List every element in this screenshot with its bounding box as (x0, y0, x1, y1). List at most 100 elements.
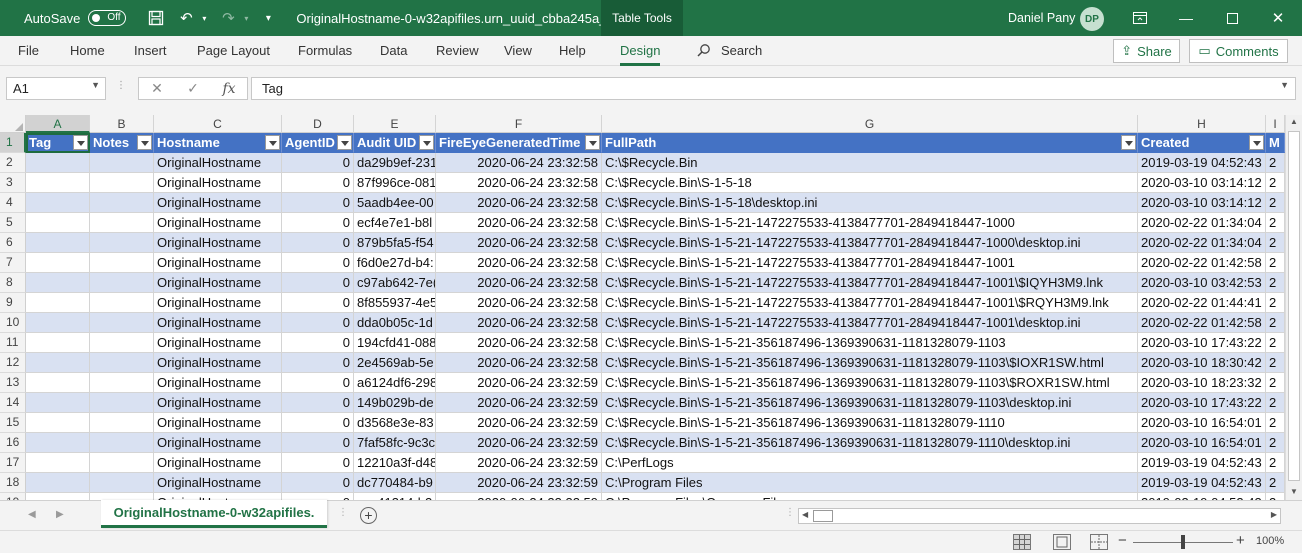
page-layout-view-icon[interactable] (1053, 534, 1071, 550)
row-header[interactable]: 9 (0, 293, 26, 313)
table-cell[interactable] (26, 293, 90, 313)
row-header[interactable]: 3 (0, 173, 26, 193)
row-header[interactable]: 6 (0, 233, 26, 253)
tab-design[interactable]: Design (620, 43, 661, 66)
table-cell[interactable]: OriginalHostname (154, 453, 282, 473)
row-header[interactable]: 13 (0, 373, 26, 393)
table-cell[interactable] (90, 393, 154, 413)
table-cell[interactable]: 0 (282, 173, 354, 193)
table-cell[interactable]: OriginalHostname (154, 353, 282, 373)
table-cell[interactable]: OriginalHostname (154, 413, 282, 433)
avatar[interactable]: DP (1080, 7, 1104, 31)
vertical-scrollbar[interactable]: ▲ ▼ (1285, 115, 1302, 500)
table-cell[interactable]: OriginalHostname (154, 493, 282, 500)
table-header-cell[interactable]: Created (1138, 133, 1266, 153)
table-cell[interactable]: 0 (282, 493, 354, 500)
tab-review[interactable]: Review (436, 43, 479, 58)
table-cell[interactable] (26, 493, 90, 500)
table-cell[interactable]: 0 (282, 293, 354, 313)
table-cell[interactable] (90, 153, 154, 173)
tab-page-layout[interactable]: Page Layout (197, 43, 270, 58)
table-cell[interactable]: OriginalHostname (154, 153, 282, 173)
table-cell[interactable]: 2 (1266, 313, 1285, 333)
row-header[interactable]: 18 (0, 473, 26, 493)
table-cell[interactable]: 2 (1266, 493, 1285, 500)
table-cell[interactable]: 2020-06-24 23:32:59 (436, 473, 602, 493)
filter-dropdown-icon[interactable] (585, 135, 600, 150)
chevron-down-icon[interactable]: ▼ (91, 80, 100, 90)
undo-dropdown-icon[interactable]: ▾ (198, 6, 210, 30)
table-header-cell[interactable]: Tag (26, 133, 90, 153)
tab-insert[interactable]: Insert (134, 43, 167, 58)
table-cell[interactable]: 2 (1266, 153, 1285, 173)
table-header-cell[interactable]: Audit UID (354, 133, 436, 153)
table-cell[interactable]: OriginalHostname (154, 393, 282, 413)
table-header-cell[interactable]: Hostname (154, 133, 282, 153)
table-cell[interactable] (26, 333, 90, 353)
column-header-a[interactable]: A (26, 115, 90, 133)
customize-qat-icon[interactable]: ▾ (256, 6, 280, 30)
table-cell[interactable]: C:\$Recycle.Bin\S-1-5-21-356187496-13693… (602, 393, 1138, 413)
column-header-h[interactable]: H (1138, 115, 1266, 133)
table-cell[interactable]: C:\$Recycle.Bin\S-1-5-21-1472275533-4138… (602, 293, 1138, 313)
column-header-g[interactable]: G (602, 115, 1138, 133)
table-cell[interactable]: 0 (282, 373, 354, 393)
table-cell[interactable]: 2 (1266, 473, 1285, 493)
table-cell[interactable]: 2 (1266, 433, 1285, 453)
column-header-e[interactable]: E (354, 115, 436, 133)
table-cell[interactable]: 879b5fa5-f54 (354, 233, 436, 253)
column-header-f[interactable]: F (436, 115, 602, 133)
table-cell[interactable]: OriginalHostname (154, 473, 282, 493)
table-header-cell[interactable]: AgentID (282, 133, 354, 153)
table-cell[interactable]: 2020-06-24 23:32:58 (436, 353, 602, 373)
table-cell[interactable]: OriginalHostname (154, 233, 282, 253)
column-header-b[interactable]: B (90, 115, 154, 133)
row-header[interactable]: 1 (0, 133, 26, 153)
scrollbar-thumb[interactable] (813, 510, 833, 522)
table-cell[interactable] (26, 193, 90, 213)
table-cell[interactable]: 2 (1266, 213, 1285, 233)
table-cell[interactable]: C:\$Recycle.Bin\S-1-5-21-1472275533-4138… (602, 233, 1138, 253)
table-cell[interactable]: C:\$Recycle.Bin\S-1-5-21-356187496-13693… (602, 413, 1138, 433)
table-cell[interactable]: 2020-06-24 23:32:58 (436, 213, 602, 233)
tab-split-icon[interactable]: ⋮ (338, 507, 348, 518)
tab-home[interactable]: Home (70, 43, 105, 58)
user-name[interactable]: Daniel Pany (1008, 11, 1075, 25)
table-cell[interactable]: 2 (1266, 393, 1285, 413)
table-cell[interactable] (90, 273, 154, 293)
table-cell[interactable]: 0 (282, 353, 354, 373)
table-cell[interactable]: 2 (1266, 353, 1285, 373)
table-cell[interactable]: 2020-03-10 17:43:22 (1138, 393, 1266, 413)
table-cell[interactable]: 2019-03-19 04:52:43 (1138, 453, 1266, 473)
table-cell[interactable]: 2019-03-19 04:52:43 (1138, 473, 1266, 493)
table-header-cell[interactable]: Notes (90, 133, 154, 153)
zoom-in-icon[interactable]: + (1236, 532, 1245, 549)
table-cell[interactable]: C:\Program Files (602, 473, 1138, 493)
insert-function-icon[interactable]: fx (211, 81, 247, 97)
table-cell[interactable]: C:\$Recycle.Bin\S-1-5-21-356187496-13693… (602, 433, 1138, 453)
table-cell[interactable]: 2 (1266, 293, 1285, 313)
table-cell[interactable] (90, 333, 154, 353)
table-cell[interactable]: C:\$Recycle.Bin\S-1-5-21-356187496-13693… (602, 333, 1138, 353)
table-cell[interactable]: C:\$Recycle.Bin\S-1-5-21-1472275533-4138… (602, 213, 1138, 233)
table-cell[interactable]: 2020-06-24 23:32:58 (436, 173, 602, 193)
table-cell[interactable]: 149b029b-de (354, 393, 436, 413)
tab-data[interactable]: Data (380, 43, 407, 58)
table-cell[interactable]: a6124df6-298 (354, 373, 436, 393)
table-cell[interactable] (26, 373, 90, 393)
close-icon[interactable]: ✕ (1266, 6, 1290, 30)
tab-formulas[interactable]: Formulas (298, 43, 352, 58)
table-cell[interactable]: 0 (282, 393, 354, 413)
table-cell[interactable] (26, 473, 90, 493)
select-all-corner[interactable] (0, 115, 26, 133)
table-cell[interactable]: dda0b05c-1d (354, 313, 436, 333)
scroll-right-icon[interactable]: ▶ (1271, 510, 1277, 519)
scrollbar-thumb[interactable] (1288, 131, 1300, 481)
table-cell[interactable]: 2020-06-24 23:32:59 (436, 413, 602, 433)
table-cell[interactable]: ecf4e7e1-b8l (354, 213, 436, 233)
table-cell[interactable]: f6d0e27d-b4: (354, 253, 436, 273)
resize-handle-icon[interactable]: ⋮ (116, 80, 126, 91)
table-cell[interactable]: 2 (1266, 333, 1285, 353)
row-header[interactable]: 7 (0, 253, 26, 273)
redo-icon[interactable]: ↷ (216, 6, 240, 30)
